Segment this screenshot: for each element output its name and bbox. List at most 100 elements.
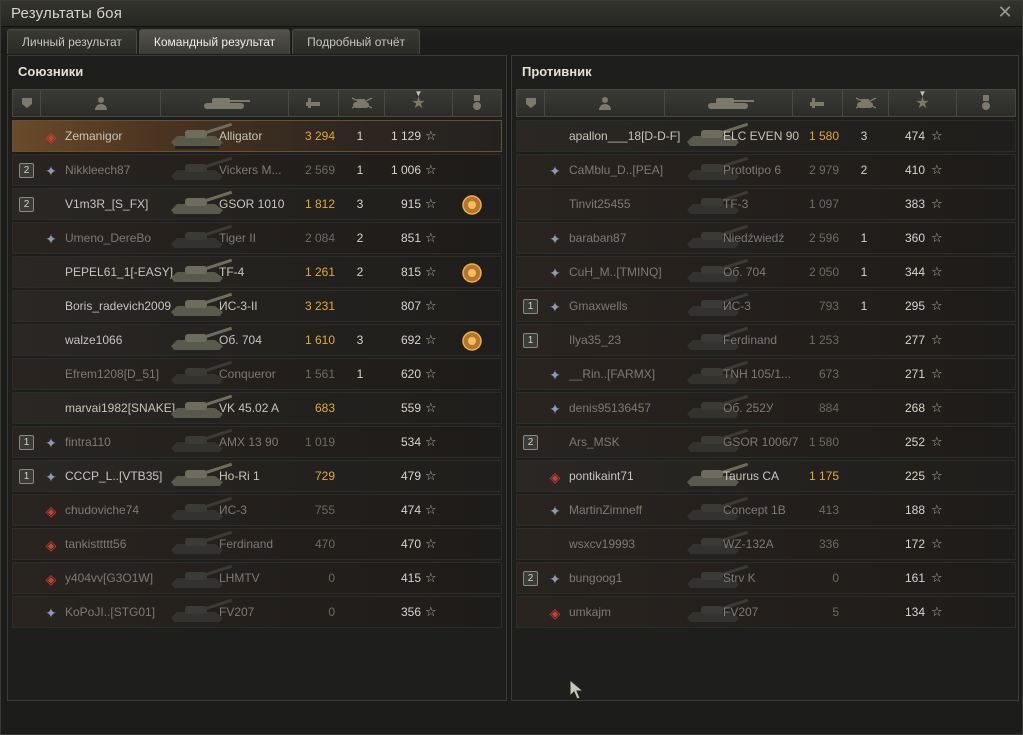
player-row[interactable]: ✦ baraban87 Niedźwiedź 2 596 1 360 ☆ (516, 222, 1016, 254)
header-tank-icon[interactable] (665, 90, 793, 116)
header-medal-icon[interactable] (453, 90, 501, 116)
tank-name: Conqueror (219, 367, 276, 381)
tab-detailed-report[interactable]: Подробный отчёт (292, 29, 421, 54)
clan-emblem-icon: ✦ (45, 469, 57, 485)
player-name: Tinvit25455 (569, 197, 631, 211)
clan-emblem-icon: ✦ (45, 231, 57, 247)
xp-star-icon: ☆ (425, 230, 437, 245)
player-row[interactable]: 1 ✦ fintra110 AMX 13 90 1 019 534 ☆ (12, 426, 502, 458)
header-tank-icon[interactable] (161, 90, 289, 116)
damage-value: 413 (818, 503, 839, 517)
header-squad-icon[interactable] (517, 90, 545, 116)
header-xp-star-icon[interactable]: ★ ▼ (385, 89, 453, 116)
player-row[interactable]: PEPEL61_1[-EASY] TF-4 1 261 2 815 ☆ (12, 256, 502, 288)
medal-icon[interactable] (461, 194, 483, 216)
player-row[interactable]: Tinvit25455 TF-3 1 097 383 ☆ (516, 188, 1016, 220)
sort-indicator-icon: ▼ (414, 89, 423, 98)
header-damage-icon[interactable] (793, 90, 843, 116)
player-row[interactable]: ✦ MartinZimneff Concept 1B 413 188 ☆ (516, 494, 1016, 526)
xp-star-icon: ☆ (931, 604, 943, 619)
header-xp-star-icon[interactable]: ★ ▼ (889, 89, 957, 116)
header-medal-icon[interactable] (957, 90, 1015, 116)
rank-emblem-icon: ◈ (45, 537, 57, 553)
kills-value: 1 (356, 367, 364, 381)
clan-emblem-icon: ✦ (549, 265, 561, 281)
xp-star-icon: ☆ (425, 434, 437, 449)
player-row[interactable]: ✦ CuH_M..[TMINQ] Об. 704 2 050 1 344 ☆ (516, 256, 1016, 288)
player-row[interactable]: ◈ tankisttttt56 Ferdinand 470 470 ☆ (12, 528, 502, 560)
enemies-table-header: ★ ▼ (516, 89, 1016, 117)
player-row[interactable]: 1 Ilya35_23 Ferdinand 1 253 277 ☆ (516, 324, 1016, 356)
player-row[interactable]: marvai1982[SNAKE] VK 45.02 A 683 559 ☆ (12, 392, 502, 424)
header-damage-icon[interactable] (289, 90, 339, 116)
clan-emblem-icon: ✦ (549, 401, 561, 417)
xp-star-icon: ☆ (425, 468, 437, 483)
medal-icon[interactable] (461, 262, 483, 284)
player-row[interactable]: apallon___18[D-D-F] ELC EVEN 90 1 580 3 474 ☆ (516, 120, 1016, 152)
player-row[interactable]: ◈ y404vv[G3O1W] LHMTV 0 415 ☆ (12, 562, 502, 594)
allies-title: Союзники (18, 64, 84, 79)
header-player-icon[interactable] (41, 90, 161, 116)
player-row[interactable]: 2 V1m3R_[S_FX] GSOR 1010 1 812 3 915 ☆ (12, 188, 502, 220)
xp-star-icon: ☆ (425, 536, 437, 551)
xp-value: 225 (904, 469, 925, 483)
kills-value: 1 (860, 299, 868, 313)
player-row[interactable]: wsxcv19993 WZ-132A 336 172 ☆ (516, 528, 1016, 560)
xp-value: 161 (904, 571, 925, 585)
medal-icon (982, 95, 990, 110)
tank-name: Ferdinand (723, 333, 778, 347)
player-row[interactable]: ✦ CaMblu_D..[PEA] Prototipo 6 2 979 2 410 ☆ (516, 154, 1016, 186)
damage-value: 1 253 (808, 333, 839, 347)
player-row[interactable]: 2 ✦ bungoog1 Strv K 0 161 ☆ (516, 562, 1016, 594)
player-row[interactable]: ✦ denis95136457 Об. 252У 884 268 ☆ (516, 392, 1016, 424)
player-icon (94, 97, 107, 110)
battle-results-window: Результаты боя ✕ Личный результат Команд… (0, 0, 1023, 735)
xp-value: 807 (400, 299, 421, 313)
damage-value: 683 (314, 401, 335, 415)
tab-personal-result[interactable]: Личный результат (7, 29, 137, 54)
header-kills-icon[interactable] (843, 90, 889, 116)
header-player-icon[interactable] (545, 90, 665, 116)
tank-name: TF-3 (723, 197, 749, 211)
player-name: MartinZimneff (569, 503, 643, 517)
player-row[interactable]: ◈ pontikaint71 Taurus CA 1 175 225 ☆ (516, 460, 1016, 492)
player-row[interactable]: 2 Ars_MSK GSOR 1006/7 1 580 252 ☆ (516, 426, 1016, 458)
player-row[interactable]: walze1066 Об. 704 1 610 3 692 ☆ (12, 324, 502, 356)
tank-name: AMX 13 90 (219, 435, 279, 449)
player-row[interactable]: ✦ Umeno_DereBo Tiger II 2 084 2 851 ☆ (12, 222, 502, 254)
player-row[interactable]: ◈ Zemanigor Alligator 3 294 1 1 129 ☆ (12, 120, 502, 152)
squad-badge: 1 (523, 299, 538, 314)
xp-star-icon: ☆ (931, 128, 943, 143)
player-row[interactable]: ✦ KoPoJI..[STG01] FV207 0 356 ☆ (12, 596, 502, 628)
xp-star-icon: ☆ (425, 400, 437, 415)
medal-icon[interactable] (461, 330, 483, 352)
player-name: V1m3R_[S_FX] (65, 197, 149, 211)
player-row[interactable]: 1 ✦ Gmaxwells ИС-3 793 1 295 ☆ (516, 290, 1016, 322)
damage-value: 884 (818, 401, 839, 415)
close-icon[interactable]: ✕ (996, 3, 1014, 21)
damage-value: 470 (314, 537, 335, 551)
tab-team-result[interactable]: Командный результат (138, 29, 291, 54)
header-squad-icon[interactable] (13, 90, 41, 116)
player-row[interactable]: ◈ umkajm FV207 5 134 ☆ (516, 596, 1016, 628)
player-name: y404vv[G3O1W] (65, 571, 154, 585)
player-row[interactable]: Efrem1208[D_51] Conqueror 1 561 1 620 ☆ (12, 358, 502, 390)
damage-value: 3 294 (304, 129, 335, 143)
xp-value: 470 (400, 537, 421, 551)
player-name: Ilya35_23 (569, 333, 622, 347)
rank-emblem-icon: ◈ (45, 571, 57, 587)
player-row[interactable]: 1 ✦ CCCP_L..[VTB35] Ho-Ri 1 729 479 ☆ (12, 460, 502, 492)
player-row[interactable]: 2 ✦ Nikkleech87 Vickers M... 2 569 1 1 006 ☆ (12, 154, 502, 186)
player-row[interactable]: ✦ __Rin..[FARMX] TNH 105/1... 673 271 ☆ (516, 358, 1016, 390)
player-row[interactable]: ◈ chudoviche74 ИС-3 755 474 ☆ (12, 494, 502, 526)
damage-value: 1 561 (304, 367, 335, 381)
player-name: __Rin..[FARMX] (569, 367, 656, 381)
clan-emblem-icon: ✦ (549, 367, 561, 383)
squad-icon (525, 98, 536, 108)
player-row[interactable]: Boris_radevich2009 ИС-3-II 3 231 807 ☆ (12, 290, 502, 322)
header-kills-icon[interactable] (339, 90, 385, 116)
kills-value: 2 (860, 163, 868, 177)
tank-name: Vickers M... (219, 163, 282, 177)
player-name: umkajm (569, 605, 612, 619)
rank-emblem-icon: ◈ (549, 605, 561, 621)
